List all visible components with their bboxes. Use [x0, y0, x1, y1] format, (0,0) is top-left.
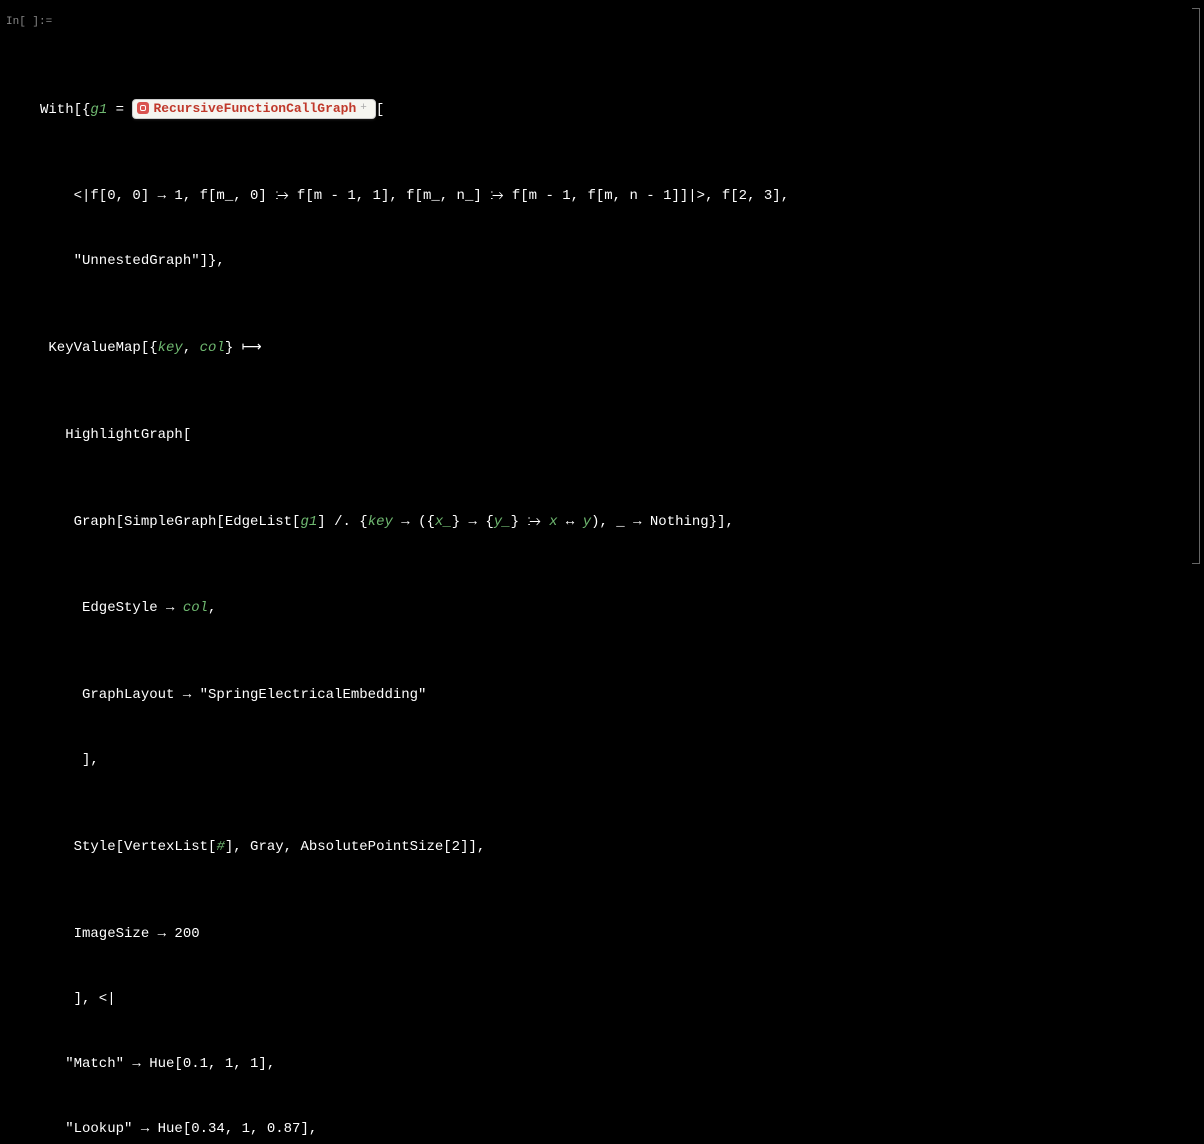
var-key: key [368, 514, 393, 530]
code-line: Graph[SimpleGraph[EdgeList[g1] /. {key →… [40, 512, 1184, 534]
code-line: "UnnestedGraph"]}, [40, 251, 1184, 273]
resource-icon [137, 102, 149, 114]
code-line: HighlightGraph[ [40, 425, 1184, 447]
in-label: In[ ]:= [6, 14, 52, 31]
cell-bracket[interactable] [1192, 8, 1200, 564]
input-cell[interactable]: In[ ]:= With[{g1 = RecursiveFunctionCall… [0, 8, 1204, 1144]
code-line: GraphLayout → "SpringElectricalEmbedding… [40, 685, 1184, 707]
var-key: key [158, 340, 183, 356]
var-g1: g1 [90, 102, 107, 118]
code-line: "Match" → Hue[0.1, 1, 1], [40, 1054, 1184, 1076]
expand-icon[interactable]: + [360, 102, 367, 114]
code-line: ImageSize → 200 [40, 924, 1184, 946]
slot-hash: # [216, 839, 224, 855]
pattern-y: y_ [494, 514, 511, 530]
var-col: col [183, 600, 208, 616]
code-line: KeyValueMap[{key, col} ⟼ [40, 338, 1184, 360]
pattern-x: x_ [435, 514, 452, 530]
code-line: EdgeStyle → col, [40, 598, 1184, 620]
code-line: ], [40, 750, 1184, 772]
var-y: y [583, 514, 591, 530]
code-line: With[{g1 = RecursiveFunctionCallGraph+[ [40, 99, 1184, 122]
resource-fn-name: RecursiveFunctionCallGraph [153, 101, 356, 116]
var-col: col [200, 340, 225, 356]
code-line: Style[VertexList[#], Gray, AbsolutePoint… [40, 837, 1184, 859]
var-g1: g1 [300, 514, 317, 530]
code-line: "Lookup" → Hue[0.34, 1, 0.87], [40, 1119, 1184, 1141]
code-line: <|f[0, 0] → 1, f[m_, 0] ⧴ f[m - 1, 1], f… [40, 186, 1184, 208]
code-line: ], <| [40, 989, 1184, 1011]
resource-function-box[interactable]: RecursiveFunctionCallGraph + [132, 99, 375, 119]
